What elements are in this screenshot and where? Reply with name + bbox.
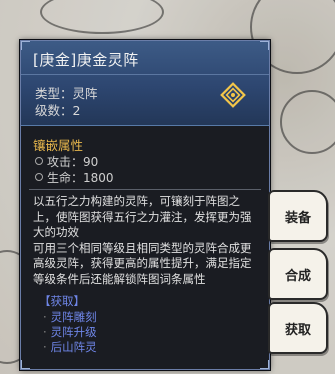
item-description: 以五行之力构建的灵阵，可镶刻于阵图之上，使阵图获得五行之力灌注，发挥更为强大的功… bbox=[33, 194, 261, 287]
item-level: 级数：2 bbox=[35, 103, 81, 118]
obtain-button[interactable]: 获取 bbox=[268, 302, 328, 354]
obtain-section-title: 【获取】 bbox=[39, 294, 85, 308]
equip-button[interactable]: 装备 bbox=[268, 190, 328, 242]
attribute-attack-text: 攻击：90 bbox=[47, 155, 99, 169]
bullet-icon bbox=[35, 173, 43, 181]
attribute-hp-text: 生命：1800 bbox=[47, 171, 114, 185]
panel-corner bbox=[21, 360, 30, 369]
section-divider bbox=[29, 189, 261, 190]
obtain-source-label: 后山阵灵 bbox=[50, 340, 97, 354]
attributes-section-title: 镶嵌属性 bbox=[33, 138, 84, 153]
obtain-source-item: · 灵阵雕刻 bbox=[43, 309, 97, 325]
description-paragraph-2: 可用三个相同等级且相同类型的灵阵合成更高级灵阵，获得更高的属性提升，满足指定等级… bbox=[33, 240, 252, 286]
panel-corner bbox=[260, 360, 269, 369]
obtain-source-label: 灵阵升级 bbox=[50, 325, 97, 339]
obtain-source-item: · 灵阵升级 bbox=[43, 324, 97, 340]
item-tooltip-panel: [庚金]庚金灵阵 类型：灵阵 级数：2 镶嵌属性 攻击：90 生命：1800 以… bbox=[20, 40, 270, 370]
title-divider bbox=[21, 74, 269, 75]
attribute-attack: 攻击：90 bbox=[35, 153, 98, 170]
bullet-icon: · bbox=[43, 340, 47, 354]
obtain-source-label: 灵阵雕刻 bbox=[50, 310, 97, 324]
diamond-rune-icon bbox=[220, 82, 246, 108]
obtain-source-item: · 后山阵灵 bbox=[43, 339, 97, 355]
bullet-icon bbox=[35, 157, 43, 165]
panel-corner bbox=[21, 41, 30, 50]
description-paragraph-1: 以五行之力构建的灵阵，可镶刻于阵图之上，使阵图获得五行之力灌注，发挥更为强大的功… bbox=[33, 194, 252, 239]
combine-button[interactable]: 合成 bbox=[268, 248, 328, 300]
bullet-icon: · bbox=[43, 310, 47, 324]
panel-corner bbox=[260, 41, 269, 50]
attribute-hp: 生命：1800 bbox=[35, 169, 114, 186]
item-title: [庚金]庚金灵阵 bbox=[33, 51, 139, 69]
tooltip-header: [庚金]庚金灵阵 类型：灵阵 级数：2 bbox=[21, 41, 269, 126]
bullet-icon: · bbox=[43, 325, 47, 339]
